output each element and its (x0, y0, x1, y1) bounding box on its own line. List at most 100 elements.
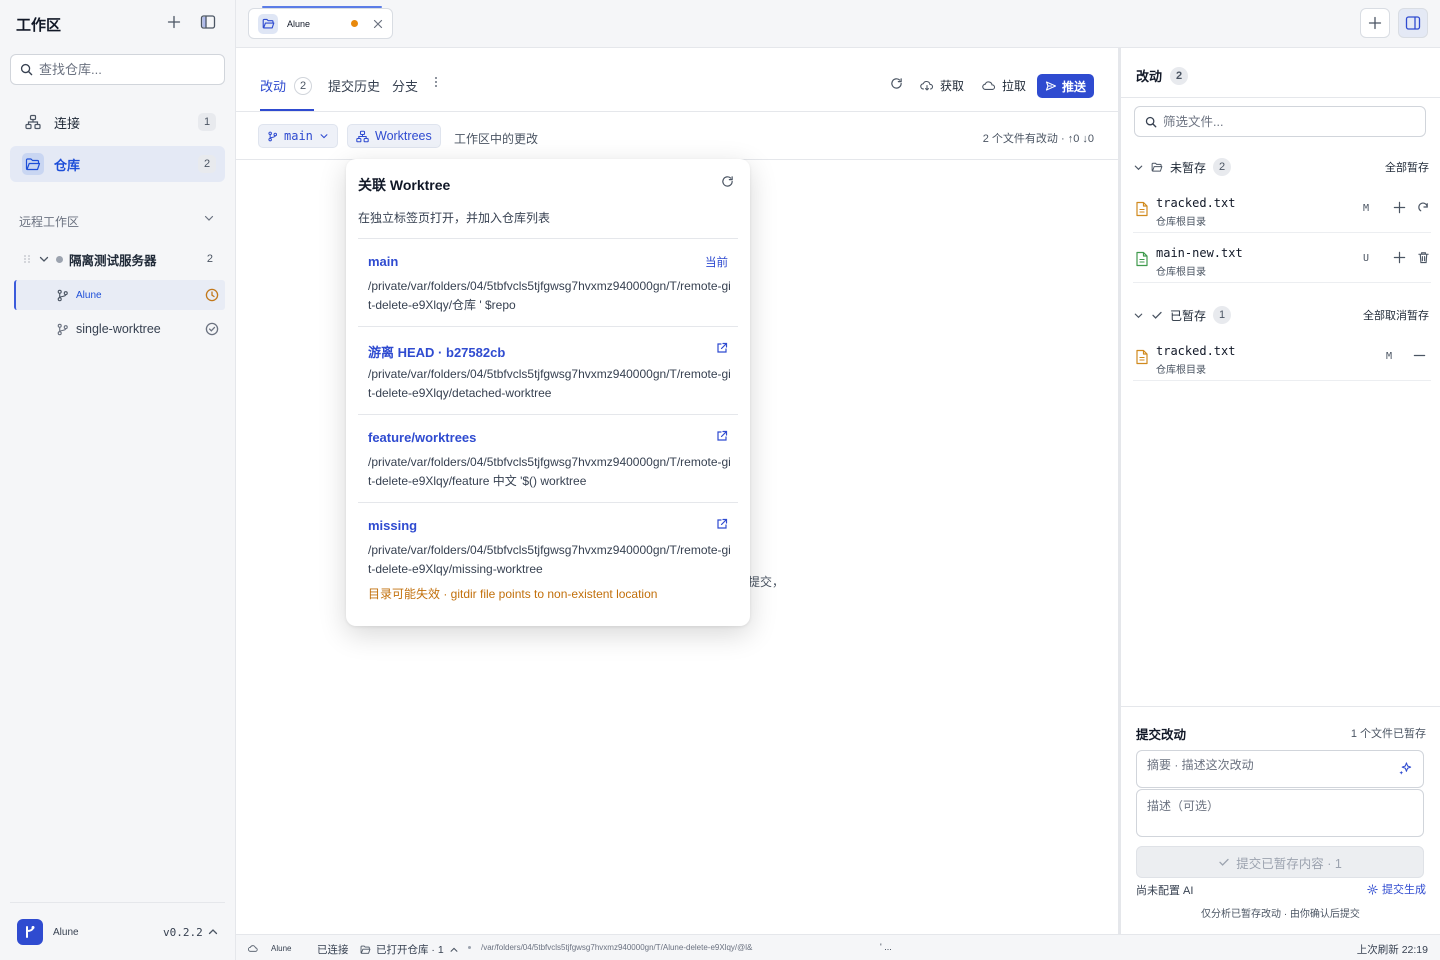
file-name: tracked.txt (1156, 196, 1236, 210)
unstage-all-button[interactable]: 全部取消暂存 (1363, 307, 1429, 323)
fetch-button[interactable]: 获取 (920, 77, 964, 94)
commit-description-input[interactable] (1136, 789, 1424, 837)
server-item[interactable]: 隔离测试服务器 2 (22, 248, 225, 270)
file-status-code: U (1363, 253, 1370, 264)
unstaged-file-row[interactable]: tracked.txt 仓库根目录 M (1133, 185, 1431, 233)
status-path-label: /var/folders/04/5tbfvcls5tjfgwsg7hvxmz94… (481, 943, 753, 952)
status-connection-label: 已连接 (317, 944, 349, 956)
tab-alune[interactable]: Alune (248, 8, 393, 39)
chevron-down-icon (1134, 313, 1143, 318)
folder-open-icon (258, 13, 278, 34)
ai-generate-button[interactable] (1398, 761, 1413, 776)
app-menu-button[interactable] (207, 926, 219, 938)
stage-file-button[interactable] (1393, 201, 1406, 214)
tab-history[interactable]: 提交历史 (328, 76, 380, 95)
clock-icon (205, 288, 219, 302)
worktree-option-detached[interactable]: 游离 HEAD · b27582cb /private/var/folders/… (358, 326, 738, 414)
commit-summary-input[interactable] (1147, 758, 1377, 772)
toggle-sidebar-button[interactable] (198, 12, 218, 32)
commit-summary-box[interactable] (1136, 750, 1424, 788)
workspace-title: 工作区 (16, 17, 62, 34)
worktree-popover: 关联 Worktree 在独立标签页打开，并加入仓库列表 main 当前 /pr… (346, 159, 750, 626)
folder-open-icon (22, 153, 44, 175)
worktree-option-name: main (368, 254, 399, 269)
commit-button-label: 提交已暂存内容 · 1 (1236, 856, 1342, 871)
worktrees-button[interactable]: Worktrees (347, 124, 441, 148)
worktree-option-feature[interactable]: feature/worktrees /private/var/folders/0… (358, 414, 738, 502)
file-dir: 仓库根目录 (1156, 267, 1206, 278)
worktree-item-alune[interactable]: Alune (14, 280, 225, 310)
worktree-option-main[interactable]: main 当前 /private/var/folders/04/5tbfvcls… (358, 238, 738, 326)
check-icon (1219, 858, 1229, 866)
file-filter-box[interactable] (1134, 106, 1426, 137)
changes-summary: 2 个文件有改动 · ↑0 ↓0 (982, 133, 1094, 145)
plus-icon (1393, 201, 1406, 214)
staged-group-header[interactable]: 已暂存 1 全部取消暂存 (1133, 305, 1429, 325)
folder-open-icon (360, 945, 371, 954)
new-tab-button[interactable] (1360, 8, 1390, 38)
open-external-icon[interactable] (716, 518, 728, 530)
stage-file-button[interactable] (1393, 251, 1406, 264)
nav-connections[interactable]: 连接 1 (10, 104, 225, 140)
branch-selector[interactable]: main (258, 124, 338, 148)
open-external-icon[interactable] (716, 342, 728, 354)
worktree-item-single[interactable]: single-worktree (14, 314, 225, 344)
refresh-button[interactable] (890, 77, 903, 90)
file-added-icon (1135, 251, 1149, 267)
refresh-icon (722, 176, 733, 187)
repo-search-box[interactable] (10, 54, 225, 85)
status-refresh-label: 上次刷新 22:19 (1356, 944, 1428, 956)
network-icon (356, 130, 369, 142)
check-icon (1152, 311, 1162, 319)
chevron-up-icon (450, 947, 458, 952)
staged-file-row[interactable]: tracked.txt 仓库根目录 M (1133, 333, 1431, 381)
branch-icon (57, 289, 68, 301)
push-button[interactable]: 推送 (1037, 74, 1094, 98)
cloud-icon (982, 81, 996, 90)
file-name: main-new.txt (1156, 246, 1243, 260)
popover-refresh-button[interactable] (721, 175, 734, 188)
staged-count: 1 (1213, 306, 1232, 324)
tab-branches[interactable]: 分支 (392, 76, 418, 95)
stage-all-button[interactable]: 全部暂存 (1385, 159, 1429, 175)
staged-label: 已暂存 (1170, 308, 1207, 323)
pull-button[interactable]: 拉取 (982, 77, 1026, 94)
status-app-name: Alune (271, 943, 292, 953)
add-repo-button[interactable] (164, 12, 184, 32)
open-external-icon[interactable] (716, 430, 728, 442)
close-tab-button[interactable] (373, 19, 383, 29)
toggle-right-panel-button[interactable] (1398, 8, 1428, 38)
unstage-file-button[interactable] (1413, 349, 1426, 362)
commit-generate-link[interactable]: 提交生成 (1367, 881, 1426, 897)
plus-icon (1368, 16, 1382, 30)
status-repos-button[interactable]: 已打开仓库 · 1 (360, 942, 459, 957)
status-path: /var/folders/04/5tbfvcls5tjfgwsg7hvxmz94… (468, 943, 752, 952)
unstaged-file-row[interactable]: main-new.txt 仓库根目录 U (1133, 235, 1431, 283)
file-filter-input[interactable] (1163, 114, 1403, 129)
commit-button[interactable]: 提交已暂存内容 · 1 (1136, 846, 1424, 878)
repo-search-input[interactable] (39, 62, 209, 77)
file-status-code: M (1386, 351, 1393, 362)
more-tabs-button[interactable] (434, 76, 438, 88)
search-icon (1145, 116, 1157, 127)
tab-changes[interactable]: 改动 2 (260, 76, 313, 95)
divider (1121, 97, 1440, 98)
cloud-download-icon (920, 80, 934, 91)
nav-repositories[interactable]: 仓库 2 (10, 146, 225, 182)
collapse-remote-button[interactable] (203, 212, 215, 224)
unstaged-group-header[interactable]: 未暂存 2 全部暂存 (1133, 157, 1429, 177)
delete-file-button[interactable] (1417, 251, 1430, 264)
gear-icon (1367, 883, 1378, 895)
file-status-code: M (1363, 203, 1370, 214)
worktree-warning: 目录可能失效 · gitdir file points to non-exist… (368, 587, 658, 601)
branch-name: main (284, 129, 313, 143)
server-count: 2 (206, 253, 213, 265)
tab-history-label: 提交历史 (328, 79, 381, 94)
worktree-option-missing[interactable]: missing /private/var/folders/04/5tbfvcls… (358, 502, 738, 614)
discard-file-button[interactable] (1417, 201, 1430, 214)
check-circle-icon (205, 322, 219, 336)
status-ellipsis: ' ... (880, 942, 892, 952)
remote-workspace-heading: 远程工作区 (19, 215, 80, 229)
nav-connections-count: 1 (198, 113, 216, 131)
empty-state-text: 提交， (748, 575, 785, 589)
